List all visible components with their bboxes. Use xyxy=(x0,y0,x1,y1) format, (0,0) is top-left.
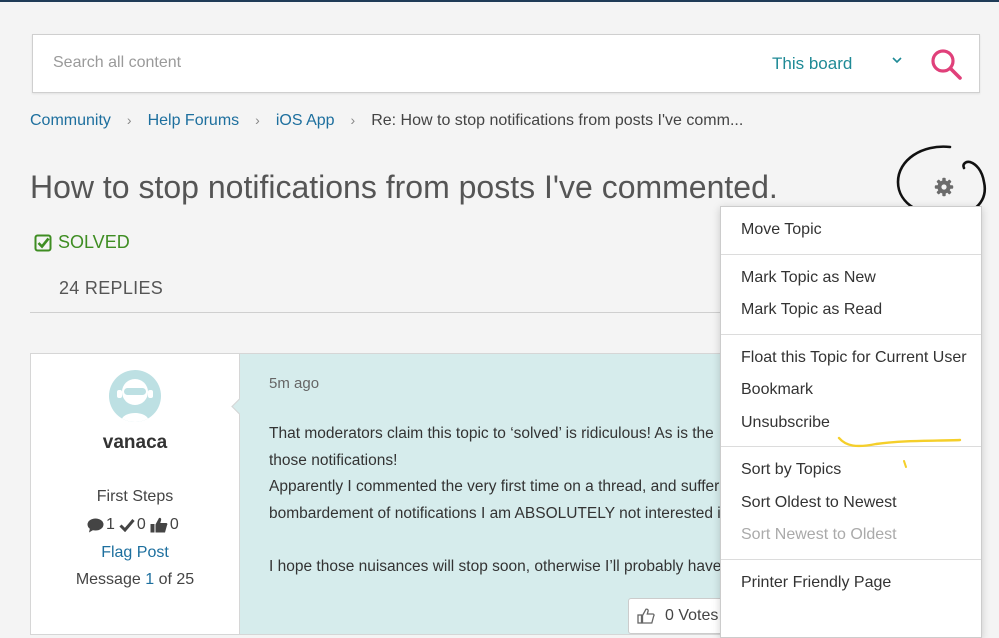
menu-item-mark-new[interactable]: Mark Topic as New xyxy=(721,262,981,295)
breadcrumb-community[interactable]: Community xyxy=(30,112,111,129)
breadcrumb: Community › Help Forums › iOS App › Re: How to… xyxy=(30,112,743,130)
menu-item-sort-oldest[interactable]: Sort Oldest to Newest xyxy=(721,487,981,520)
checkmark-icon xyxy=(119,519,135,532)
yellow-underline-annotation xyxy=(837,436,962,468)
divider xyxy=(30,312,720,313)
menu-item-bookmark[interactable]: Bookmark xyxy=(721,374,981,407)
breadcrumb-current: Re: How to stop notifications from posts… xyxy=(371,112,744,129)
post-line: Apparently I commented the very first ti… xyxy=(269,478,720,495)
speech-bubble-icon xyxy=(87,518,104,532)
menu-section: Move Topic xyxy=(721,207,981,255)
page-title: How to stop notifications from posts I'v… xyxy=(30,169,778,205)
message-index-link[interactable]: 1 xyxy=(145,571,154,588)
menu-section: Mark Topic as New Mark Topic as Read xyxy=(721,255,981,335)
message-position: Message 1 of 25 xyxy=(31,571,239,589)
author-solution-count: 0 xyxy=(136,516,146,533)
breadcrumb-ios-app[interactable]: iOS App xyxy=(276,112,335,129)
author-kudos-count: 0 xyxy=(169,516,179,533)
vote-button[interactable]: 0 Votes xyxy=(628,598,731,634)
search-scope-select[interactable]: This board xyxy=(772,54,852,74)
post-body: 5m ago That moderators claim this topic … xyxy=(240,354,731,634)
breadcrumb-separator-icon: › xyxy=(350,112,356,128)
author-username[interactable]: vanaca xyxy=(31,432,239,454)
thumbs-up-icon xyxy=(150,517,168,533)
top-border xyxy=(0,0,999,2)
chevron-down-icon[interactable] xyxy=(889,53,905,69)
avatar[interactable] xyxy=(109,370,161,422)
author-panel: vanaca First Steps 1 0 0 Flag Post Messa… xyxy=(31,354,240,634)
post-line: those notifications! xyxy=(269,451,398,469)
post-timestamp: 5m ago xyxy=(269,375,320,392)
breadcrumb-separator-icon: › xyxy=(126,112,132,128)
search-icon[interactable] xyxy=(929,47,963,81)
menu-item-sort-newest: Sort Newest to Oldest xyxy=(741,526,897,543)
topic-options-menu: Move Topic Mark Topic as New Mark Topic … xyxy=(720,206,982,638)
breadcrumb-help-forums[interactable]: Help Forums xyxy=(148,112,240,129)
menu-item-mark-read[interactable]: Mark Topic as Read xyxy=(721,294,981,327)
search-input[interactable]: Search all content xyxy=(53,54,181,72)
vote-count: 0 Votes xyxy=(665,607,719,624)
post-line-blank xyxy=(269,527,731,554)
message-prefix: Message xyxy=(75,571,141,588)
menu-item-move-topic[interactable]: Move Topic xyxy=(721,214,981,247)
author-rank: First Steps xyxy=(96,488,174,505)
message-total: of 25 xyxy=(158,571,195,588)
author-message-count: 1 xyxy=(106,516,115,533)
post-line: That moderators claim this topic to ‘sol… xyxy=(269,425,714,442)
menu-section: Float this Topic for Current User Bookma… xyxy=(721,335,981,447)
avatar-robot-icon xyxy=(117,379,153,422)
search-bar: Search all content This board xyxy=(32,34,980,93)
menu-item-float-topic[interactable]: Float this Topic for Current User xyxy=(721,342,981,375)
menu-section: Printer Friendly Page xyxy=(721,560,981,607)
menu-item-printer-friendly[interactable]: Printer Friendly Page xyxy=(721,567,981,600)
post-card: vanaca First Steps 1 0 0 Flag Post Messa… xyxy=(30,353,732,635)
post-line: I hope those nuisances will stop soon, o… xyxy=(269,557,722,575)
check-square-icon xyxy=(34,234,52,251)
breadcrumb-separator-icon: › xyxy=(255,112,260,128)
flag-post-link[interactable]: Flag Post xyxy=(31,544,239,562)
author-stats: 1 0 0 xyxy=(87,516,183,534)
solved-badge: SOLVED xyxy=(34,232,130,253)
gear-icon[interactable] xyxy=(934,177,954,197)
post-message: That moderators claim this topic to ‘sol… xyxy=(269,421,731,580)
solved-label: SOLVED xyxy=(58,232,130,252)
post-line: bombardement of notifications I am ABSOL… xyxy=(269,504,721,522)
thumbs-up-icon xyxy=(637,608,655,624)
replies-count: 24 REPLIES xyxy=(59,278,164,298)
